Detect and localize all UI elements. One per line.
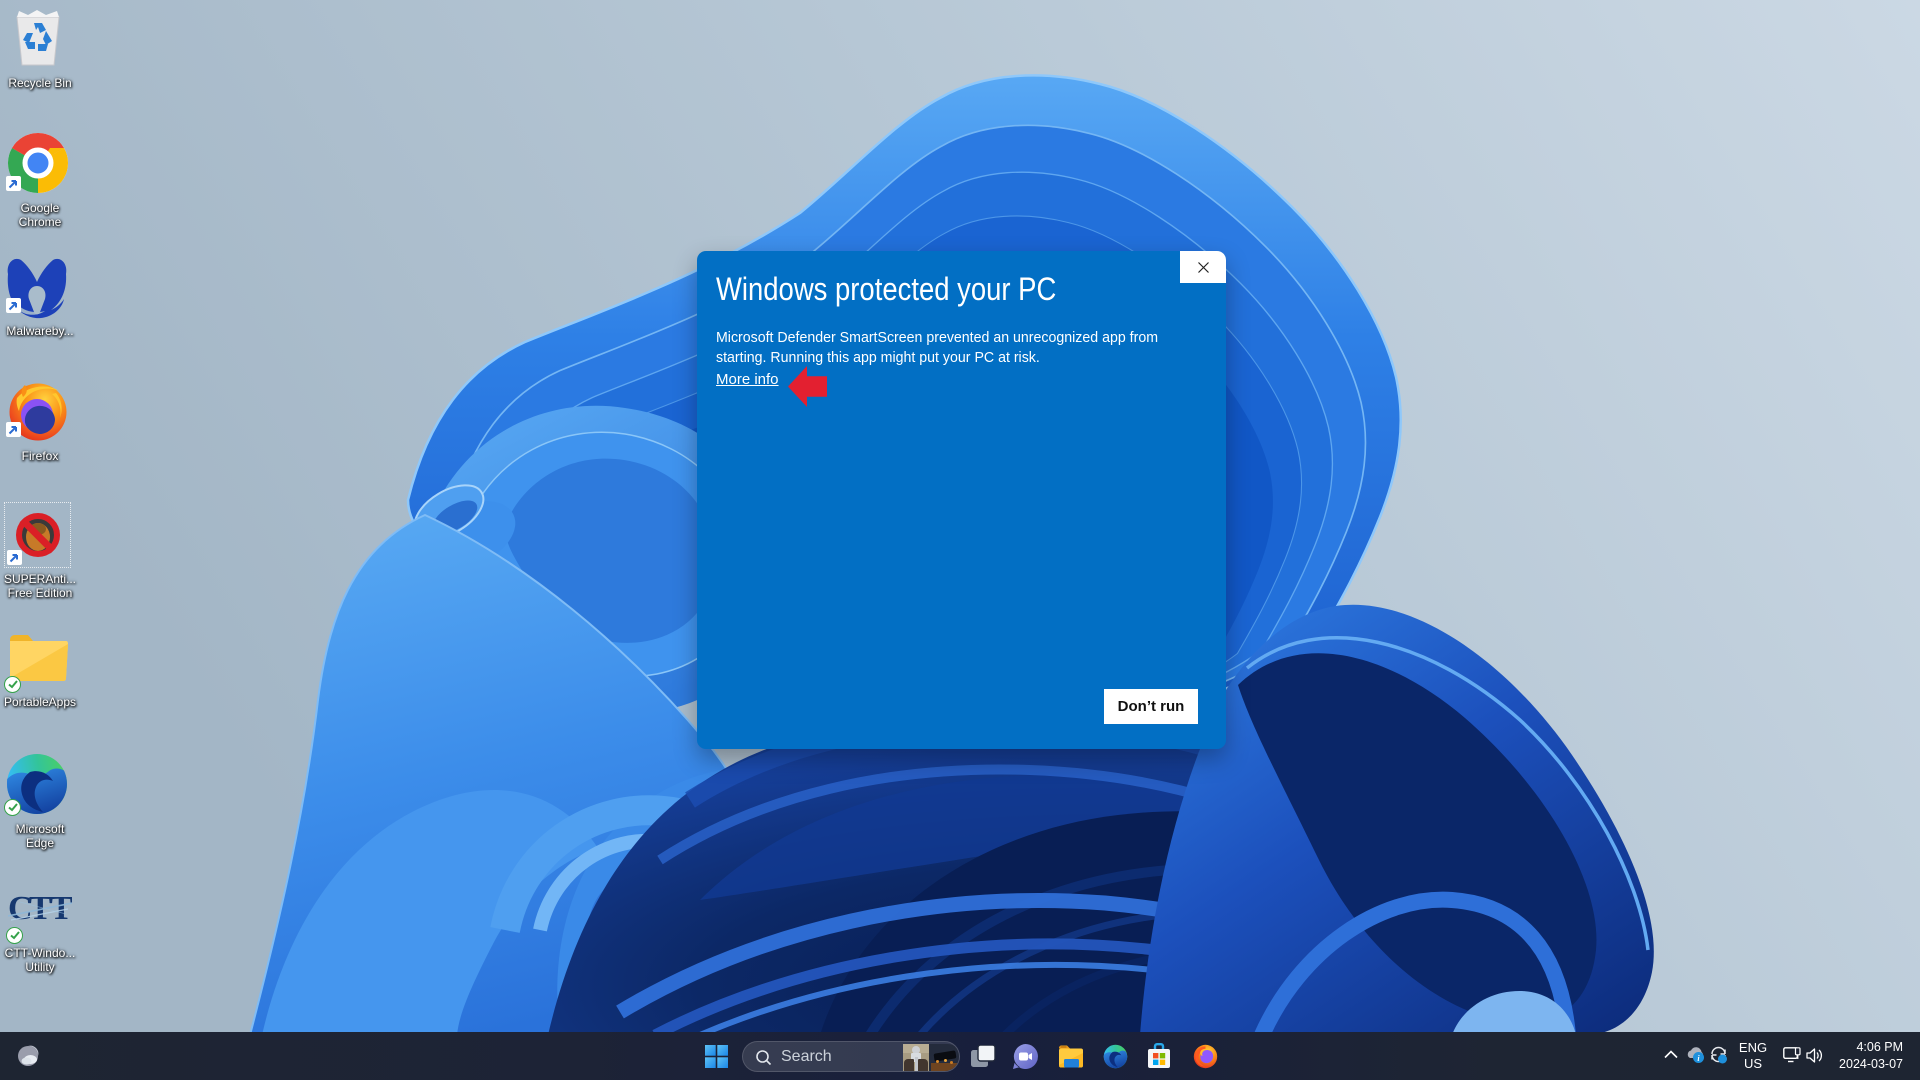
- svg-text:T: T: [50, 892, 72, 926]
